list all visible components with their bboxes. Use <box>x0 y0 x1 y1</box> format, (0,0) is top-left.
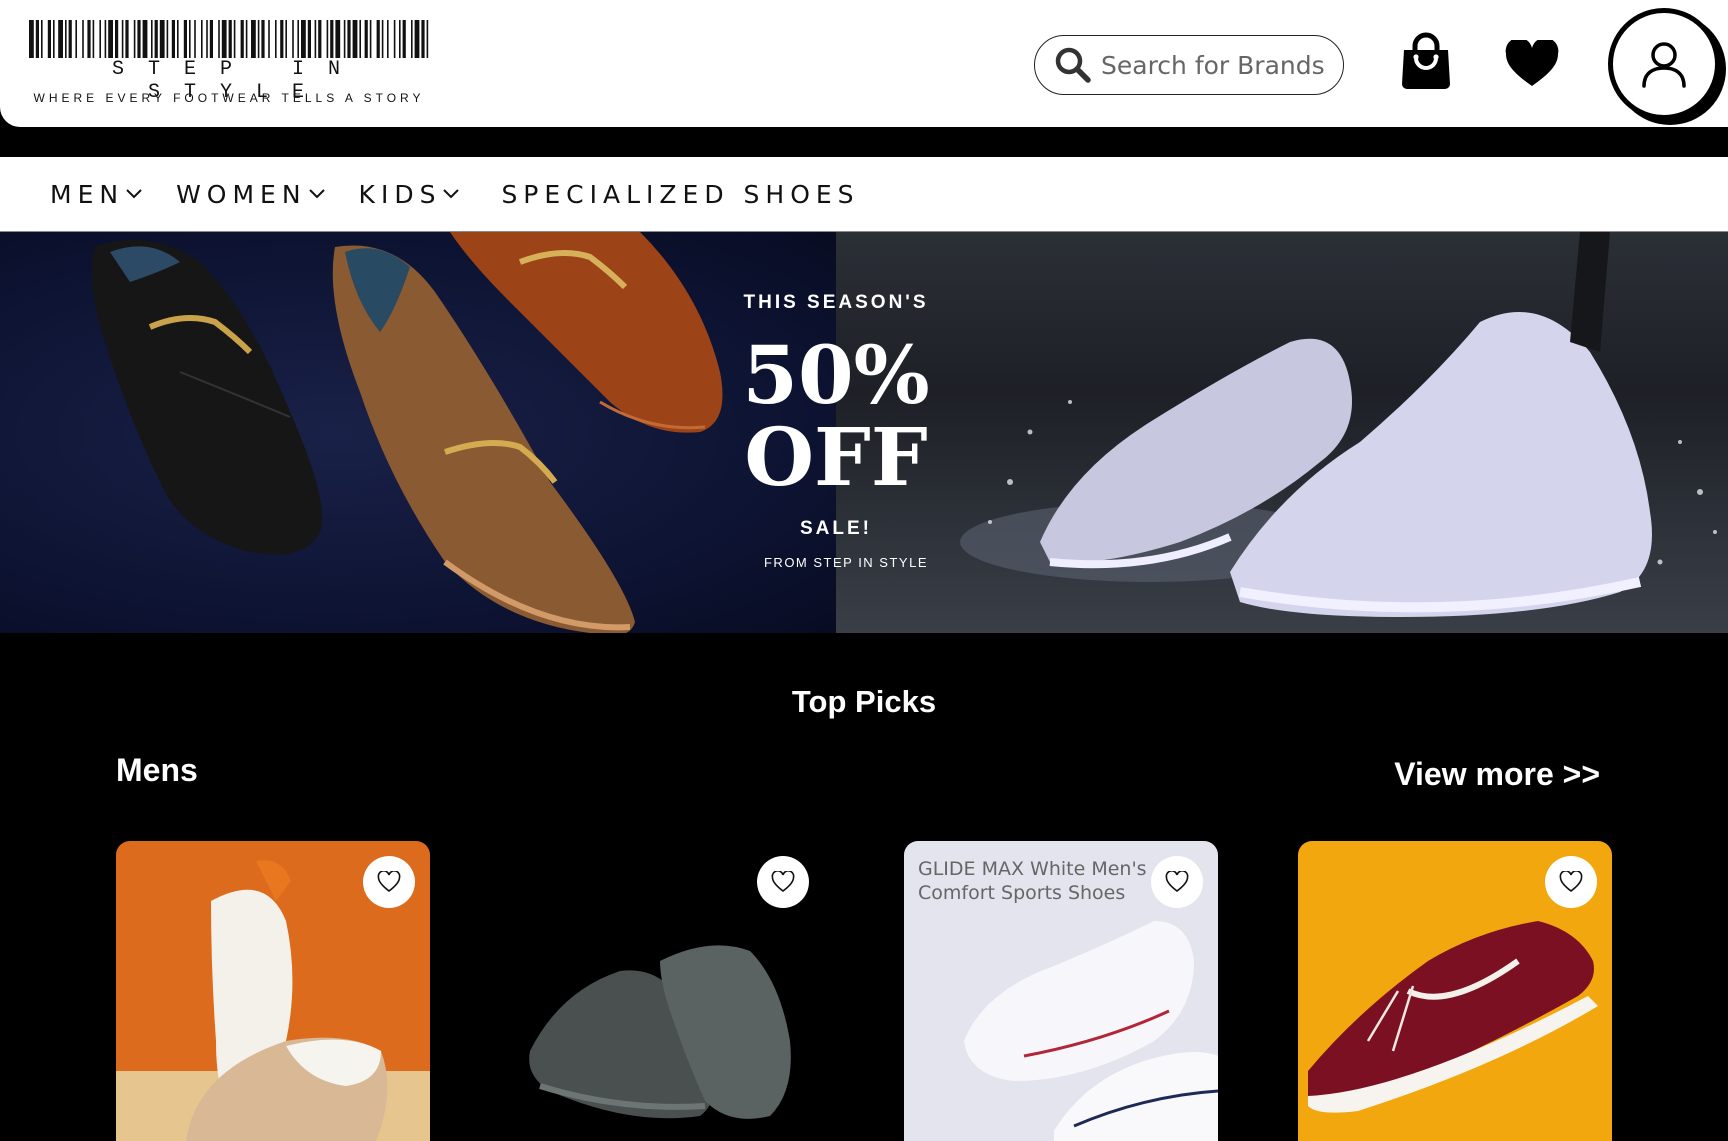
heart-outline-icon <box>1559 871 1583 893</box>
nav-item-label: KIDS <box>358 179 442 209</box>
heart-outline-icon <box>377 871 401 893</box>
favorite-button[interactable] <box>757 856 809 908</box>
product-card[interactable] <box>510 841 824 1141</box>
promo-discount-percent: 50% <box>742 328 930 422</box>
promo-text: THIS SEASON'S 50% OFF SALE! FROM STEP IN… <box>700 232 972 633</box>
chevron-down-icon <box>308 189 325 199</box>
user-account-button[interactable] <box>1608 8 1720 120</box>
chevron-down-icon <box>443 189 460 199</box>
promo-discount: 50% OFF <box>700 334 972 498</box>
search-bar[interactable] <box>1034 35 1344 95</box>
shopping-bag-icon[interactable] <box>1398 32 1454 90</box>
main-nav: MEN WOMEN KIDS SPECIALIZED SHOES <box>0 157 1728 232</box>
nav-item-women[interactable]: WOMEN <box>176 179 325 209</box>
promo-banner[interactable]: THIS SEASON'S 50% OFF SALE! FROM STEP IN… <box>0 232 1728 633</box>
product-card[interactable] <box>1298 841 1612 1141</box>
nav-item-label: SPECIALIZED SHOES <box>501 179 860 209</box>
nav-item-kids[interactable]: KIDS <box>359 180 460 209</box>
search-icon[interactable] <box>1053 45 1093 85</box>
logo[interactable]: STEP IN STYLE WHERE EVERY FOOTWEAR TELLS… <box>29 20 429 108</box>
product-card[interactable] <box>116 841 430 1141</box>
favorite-button[interactable] <box>1545 856 1597 908</box>
favorite-button[interactable] <box>1151 856 1203 908</box>
mens-section-title: Mens <box>116 752 198 788</box>
nav-item-specialized-shoes[interactable]: SPECIALIZED SHOES <box>501 180 859 209</box>
promo-from: FROM STEP IN STYLE <box>763 555 928 570</box>
favorite-button[interactable] <box>363 856 415 908</box>
heart-outline-icon <box>771 871 795 893</box>
product-caption: GLIDE MAX White Men's Comfort Sports Sho… <box>918 858 1147 904</box>
nav-item-men[interactable]: MEN <box>50 180 142 209</box>
white-sneakers-image <box>960 232 1717 617</box>
nav-item-label: MEN <box>50 179 125 209</box>
search-input[interactable] <box>1101 50 1331 80</box>
heart-icon[interactable] <box>1505 40 1559 88</box>
site-header: STEP IN STYLE WHERE EVERY FOOTWEAR TELLS… <box>0 0 1728 127</box>
chevron-down-icon <box>126 189 142 199</box>
top-picks-title: Top Picks <box>791 684 937 719</box>
promo-season: THIS SEASON'S <box>743 292 929 313</box>
view-more-link[interactable]: View more >> <box>1394 756 1600 793</box>
heart-outline-icon <box>1165 871 1189 893</box>
nav-item-label: WOMEN <box>176 179 307 209</box>
logo-tagline: WHERE EVERY FOOTWEAR TELLS A STORY <box>33 91 425 105</box>
barcode-logo-graphic <box>29 20 429 58</box>
black-loafer-image <box>91 239 323 555</box>
promo-sale: SALE! <box>800 518 872 539</box>
promo-discount-off: OFF <box>744 410 928 504</box>
user-icon <box>1642 42 1686 88</box>
product-card[interactable]: GLIDE MAX White Men's Comfort Sports Sho… <box>904 841 1218 1141</box>
